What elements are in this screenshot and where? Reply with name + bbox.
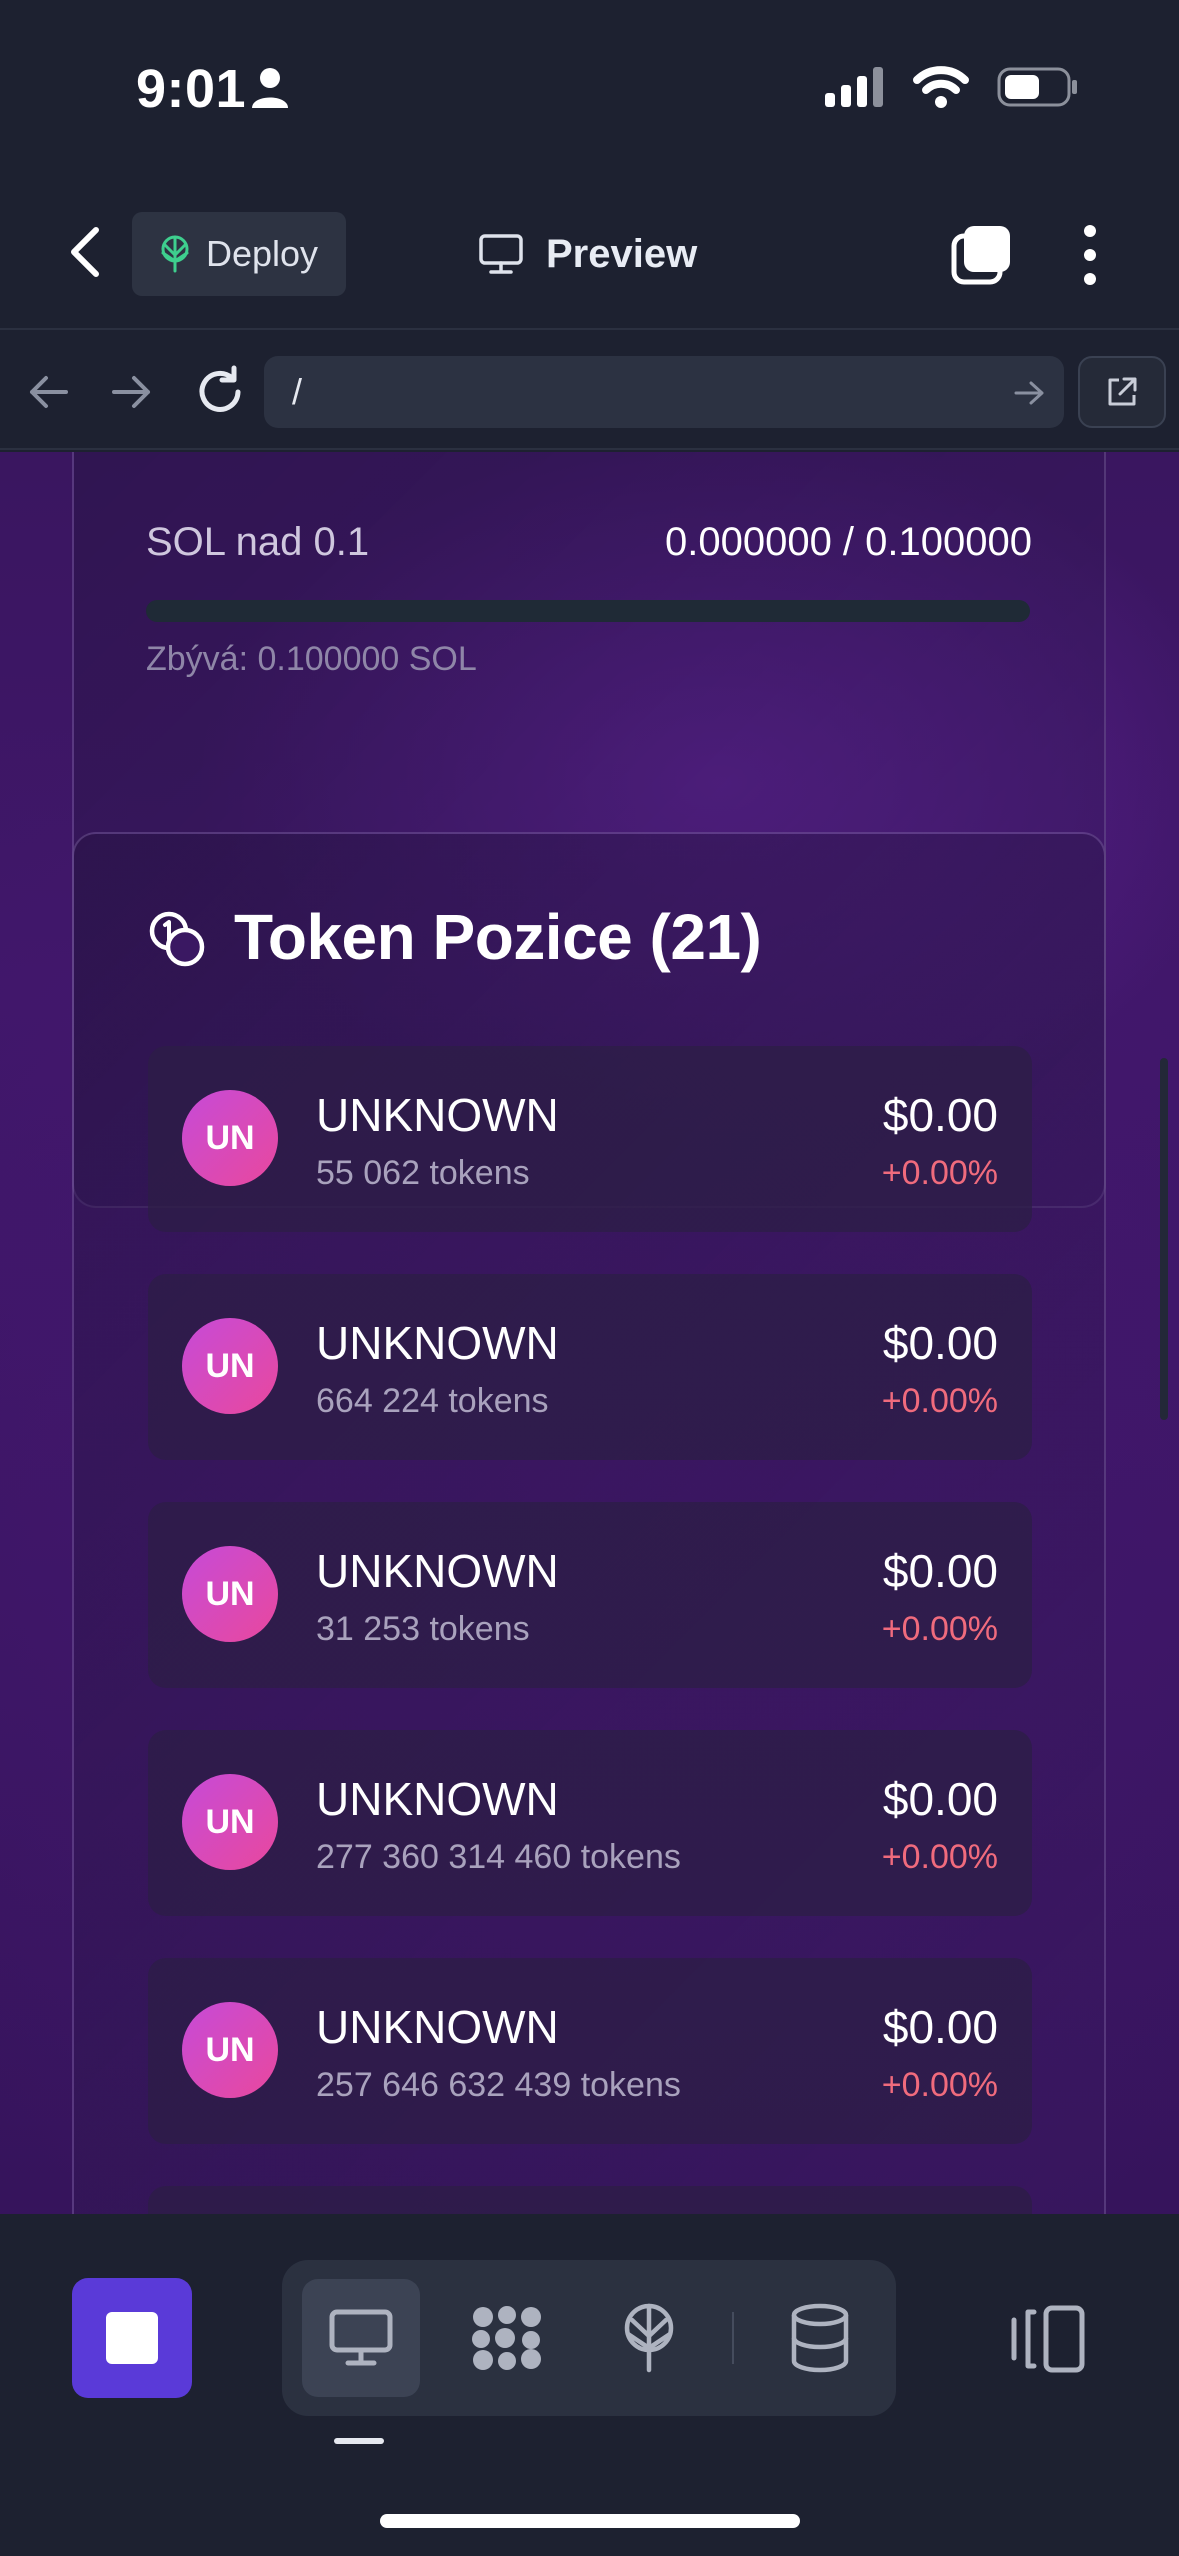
monitor-icon [479,234,523,274]
token-name: UNKNOWN [316,2001,559,2053]
token-change: +0.00% [881,1382,998,1420]
token-avatar: UN [182,2002,278,2098]
url-text: / [292,371,303,412]
database-icon [791,2303,849,2373]
token-amount: 55 062 tokens [316,1154,530,1192]
token-amount: 664 224 tokens [316,1382,549,1420]
content-scrollbar[interactable] [1160,1058,1168,1420]
deploy-button[interactable]: Deploy [132,212,346,296]
token-positions-title: Token Pozice (21) [234,901,762,973]
url-input[interactable]: / [264,356,1064,428]
view-switcher [282,2260,896,2416]
active-view-indicator [334,2438,384,2444]
deploy-tree-icon [161,235,189,273]
preview-view-button[interactable] [302,2279,420,2397]
wifi-icon [913,66,969,108]
split-view-icon[interactable] [1008,2302,1088,2376]
token-name: UNKNOWN [316,1545,559,1597]
code-view-button[interactable] [448,2279,566,2397]
status-time: 9:01 [136,59,247,119]
token-avatar: UN [182,1774,278,1870]
go-arrow-icon[interactable] [1012,376,1046,410]
dots-grid-icon [472,2306,541,2370]
sol-progress-bar [146,600,1030,622]
home-indicator [380,2514,800,2528]
token-avatar: UN [182,1546,278,1642]
more-vertical-icon[interactable] [1070,222,1110,288]
monitor-icon [329,2309,393,2366]
token-change: +0.00% [881,1610,998,1648]
token-value: $0.00 [882,1545,998,1597]
token-row[interactable]: UN UNKNOWN 257 646 632 439 tokens $0.00 … [148,1958,1032,2144]
token-value: $0.00 [882,1317,998,1369]
external-link-icon [1108,377,1137,406]
preview-content: SOL nad 0.1 0.000000 / 0.100000 Zbývá: 0… [0,452,1179,2214]
token-row-partial[interactable] [148,2186,1032,2214]
person-icon [252,68,288,108]
token-value: $0.00 [882,2001,998,2053]
database-view-button[interactable] [761,2279,879,2397]
sol-value: 0.000000 / 0.100000 [664,520,1032,564]
token-name: UNKNOWN [316,1089,559,1141]
sol-remaining: Zbývá: 0.100000 SOL [146,640,477,678]
token-avatar: UN [182,1318,278,1414]
arrow-left-icon[interactable] [24,366,72,418]
token-name: UNKNOWN [316,1317,559,1369]
token-amount: 31 253 tokens [316,1610,530,1648]
deploy-tree-icon [624,2303,674,2373]
token-row[interactable]: UN UNKNOWN 31 253 tokens $0.00 +0.00% [148,1502,1032,1688]
preview-tab[interactable]: Preview [478,222,697,286]
token-value: $0.00 [882,1773,998,1825]
token-change: +0.00% [881,2066,998,2104]
token-row[interactable]: UN UNKNOWN 664 224 tokens $0.00 +0.00% [148,1274,1032,1460]
preview-label: Preview [546,231,698,276]
status-indicators [825,66,1079,108]
back-chevron-icon[interactable] [58,222,114,282]
token-change: +0.00% [881,1154,998,1192]
deploy-view-button[interactable] [590,2279,708,2397]
arrow-right-icon[interactable] [108,366,156,418]
toolbar-divider [732,2312,734,2364]
token-avatar: UN [182,1090,278,1186]
tabs-icon[interactable] [950,222,1014,286]
battery-icon [997,67,1077,107]
cellular-signal-icon [825,67,883,107]
token-value: $0.00 [882,1089,998,1141]
token-row[interactable]: UN UNKNOWN 277 360 314 460 tokens $0.00 … [148,1730,1032,1916]
token-amount: 257 646 632 439 tokens [316,2066,681,2104]
token-row[interactable]: UN UNKNOWN 55 062 tokens $0.00 +0.00% [148,1046,1032,1232]
open-external-button[interactable] [1078,356,1166,428]
coins-icon [149,911,205,967]
token-positions-card: Token Pozice (21) UN UNKNOWN 55 062 toke… [72,832,1106,2214]
token-name: UNKNOWN [316,1773,559,1825]
stop-icon [106,2312,158,2364]
token-amount: 277 360 314 460 tokens [316,1838,681,1876]
token-change: +0.00% [881,1838,998,1876]
deploy-label: Deploy [206,233,319,274]
stop-button[interactable] [72,2278,192,2398]
sol-label: SOL nad 0.1 [146,520,370,564]
reload-icon[interactable] [192,364,248,420]
